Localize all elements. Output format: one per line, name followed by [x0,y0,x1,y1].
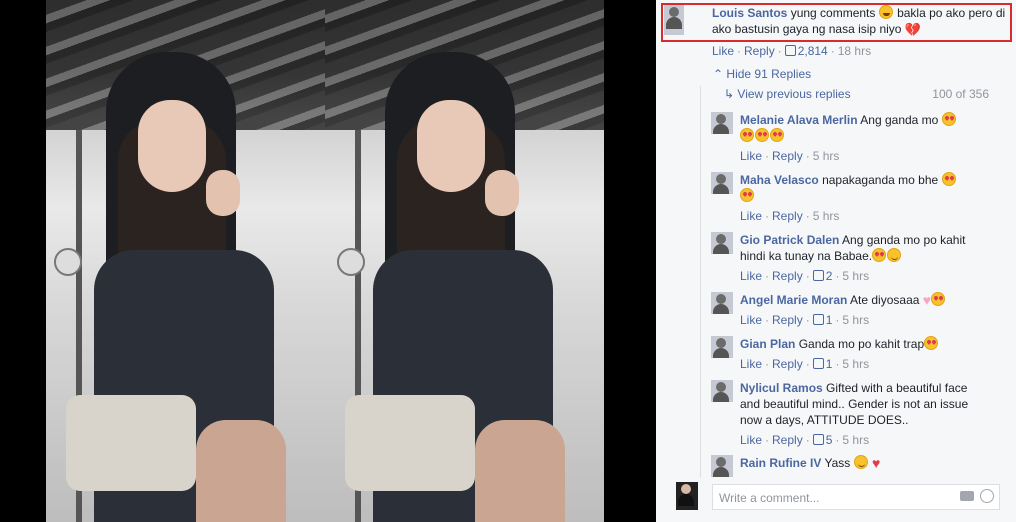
avatar[interactable] [664,5,684,35]
thumbs-up-icon [812,270,824,281]
reply-time[interactable]: 5 hrs [842,433,869,447]
avatar[interactable] [711,292,733,314]
reply-text: Ate diyosaaa [850,293,920,307]
avatar[interactable] [711,380,733,402]
reply-link[interactable]: Reply [772,433,803,447]
comment-text-part1: yung comments [790,6,876,20]
reply-link[interactable]: Reply [772,313,803,327]
broken-heart-icon: 💔 [904,22,921,37]
reply-time[interactable]: 5 hrs [813,209,840,223]
like-link[interactable]: Like [740,269,762,283]
like-link[interactable]: Like [712,44,734,58]
wink-kiss-emoji-icon [887,248,902,262]
hide-replies-link[interactable]: ⌃ Hide 91 Replies [713,67,811,81]
comments-panel: Louis Santos yung comments bakla po ako … [656,0,1016,522]
avatar[interactable] [711,172,733,194]
reply-author[interactable]: Gio Patrick Dalen [740,233,839,247]
heart-icon: ♥ [871,455,881,471]
photo-right [325,0,604,522]
reply-author[interactable]: Maha Velasco [740,173,819,187]
reply-count: 100 of 356 [932,87,989,101]
reply-text: Ganda mo po kahit trap [798,337,925,351]
view-previous-replies[interactable]: ↳ View previous replies 100 of 356 [724,87,989,101]
reply-author[interactable]: Melanie Alava Merlin [740,113,858,127]
like-link[interactable]: Like [740,433,762,447]
like-count[interactable]: 2,814 [798,44,828,58]
comment-composer: Write a comment... [676,482,1010,512]
camera-icon[interactable] [960,491,974,501]
reply-link[interactable]: Reply [772,357,803,371]
comment-author[interactable]: Louis Santos [712,6,787,20]
avatar[interactable] [711,232,733,254]
reply-author[interactable]: Gian Plan [740,337,795,351]
reply-time[interactable]: 5 hrs [813,149,840,163]
avatar[interactable] [711,336,733,358]
comment-time[interactable]: 18 hrs [838,44,871,58]
avatar[interactable] [711,112,733,134]
reply-text: Yass [824,456,851,470]
chevron-up-icon: ⌃ [713,67,724,81]
heart-eyes-emoji-icon [931,292,946,306]
heart-eyes-emoji-icon [941,112,956,126]
reply-time[interactable]: 5 hrs [842,313,869,327]
like-link[interactable]: Like [740,357,762,371]
heart-eyes-emoji-icon [740,188,754,202]
reply-link[interactable]: Reply [772,269,803,283]
heart-eyes-emoji-icon [770,128,784,142]
heart-eyes-emoji-icon [941,172,956,186]
reply-author[interactable]: Rain Rufine IV [740,456,821,470]
emoji-picker-icon[interactable] [980,489,994,503]
like-link[interactable]: Like [740,209,762,223]
comment-actions: Like · Reply · 2,814 · 18 hrs [712,44,872,58]
thumbs-up-icon [812,314,824,325]
heart-eyes-emoji-icon [924,336,939,350]
reply-link[interactable]: Reply [744,44,775,58]
reply-link[interactable]: Reply [772,209,803,223]
reply-author[interactable]: Angel Marie Moran [740,293,847,307]
heart-icon: ♥ [922,292,932,308]
facebook-photo-viewer: Louis Santos yung comments bakla po ako … [0,0,1016,522]
heart-eyes-emoji-icon [755,128,769,142]
write-comment-input[interactable]: Write a comment... [712,484,1000,510]
thumbs-up-icon [784,45,796,56]
grinning-emoji-icon [878,5,893,19]
avatar[interactable] [711,455,733,477]
photo-left [46,0,325,522]
current-user-avatar[interactable] [676,482,698,510]
thumbs-up-icon [812,358,824,369]
reply-text: Ang ganda mo [860,113,939,127]
like-link[interactable]: Like [740,313,762,327]
reply-link[interactable]: Reply [772,149,803,163]
heart-eyes-emoji-icon [740,128,754,142]
thumbs-up-icon [812,434,824,445]
smile-emoji-icon [853,455,868,469]
photo-area[interactable] [0,0,656,522]
arrow-icon: ↳ [724,87,735,101]
like-link[interactable]: Like [740,149,762,163]
reply-time[interactable]: 5 hrs [842,357,869,371]
reply-text: napakaganda mo bhe [822,173,939,187]
reply-thread-line [700,86,701,478]
reply-author[interactable]: Nylicul Ramos [740,381,823,395]
reply-time[interactable]: 5 hrs [842,269,869,283]
heart-eyes-emoji-icon [872,248,887,262]
